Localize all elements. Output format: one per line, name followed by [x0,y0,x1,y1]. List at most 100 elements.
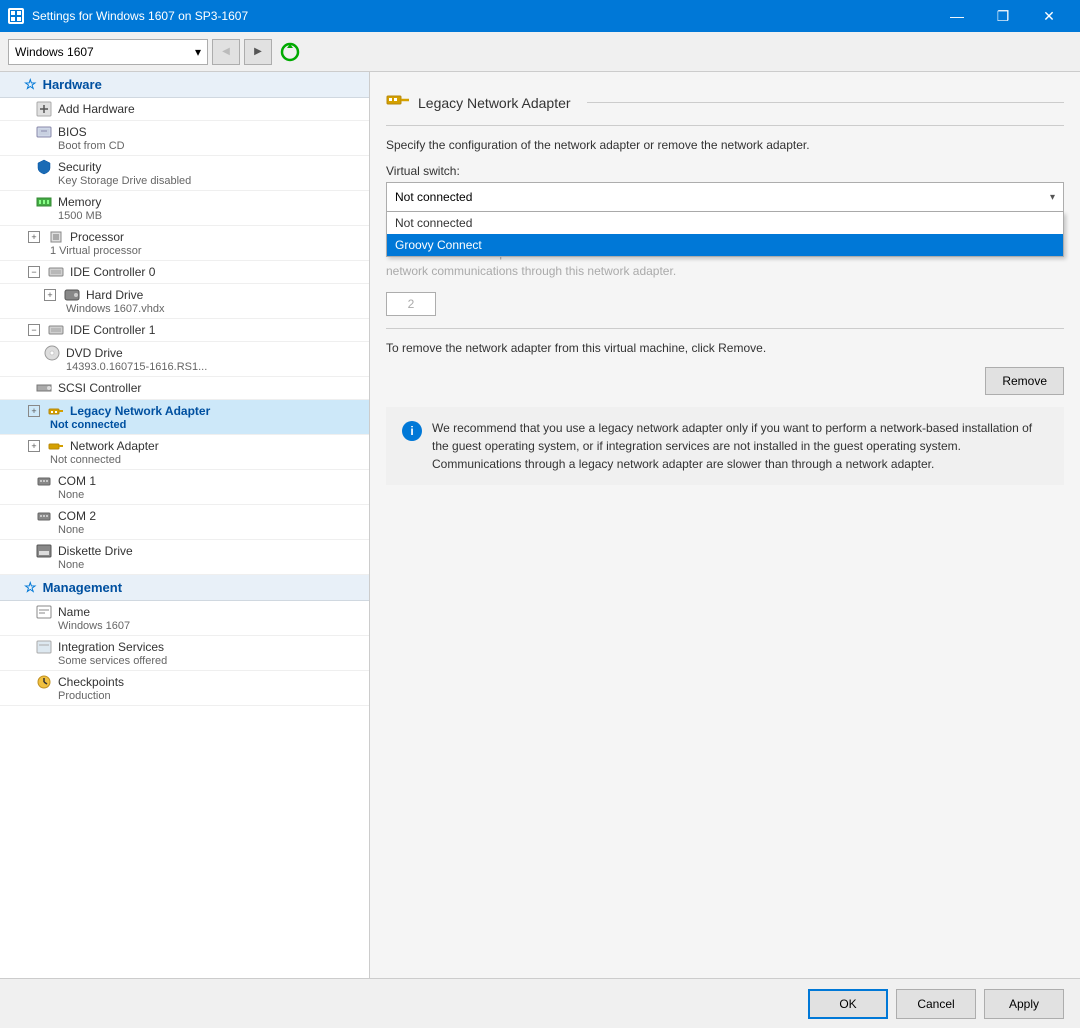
processor-label: Processor [70,230,124,244]
sidebar-item-name[interactable]: Name Windows 1607 [0,601,369,636]
com2-icon [36,508,52,524]
main-container: Windows 1607 ▾ ◀ ▶ ☆ Hardware [0,32,1080,1028]
dvd-label: DVD Drive [66,346,123,360]
legacy-expand[interactable]: + [28,405,40,417]
com1-label: COM 1 [58,474,96,488]
hd-expand[interactable]: + [44,289,56,301]
vlan-input[interactable] [386,292,436,316]
integration-label: Integration Services [58,640,164,654]
ok-button[interactable]: OK [808,989,888,1019]
sidebar-item-processor[interactable]: + Processor 1 Virtual processor [0,226,369,261]
hard-drive-sub: Windows 1607.vhdx [66,303,361,315]
sidebar-item-legacy-adapter[interactable]: + Legacy Network Adapter Not connected [0,400,369,435]
management-section-header: ☆ Management [0,575,369,601]
minimize-button[interactable]: — [934,0,980,32]
cancel-button[interactable]: Cancel [896,989,976,1019]
panel-header-title: Legacy Network Adapter [418,95,571,111]
dropdown-arrow-icon: ▾ [1050,192,1055,203]
sidebar-item-security[interactable]: Security Key Storage Drive disabled [0,156,369,191]
checkpoints-icon [36,674,52,690]
remove-button[interactable]: Remove [985,367,1064,395]
virtual-switch-label: Virtual switch: [386,164,1064,178]
virtual-switch-dropdown[interactable]: Not connected ▾ [386,182,1064,212]
divider [386,328,1064,329]
sidebar-item-ide1[interactable]: − IDE Controller 1 [0,319,369,342]
security-label: Security [58,160,101,174]
hardware-section-header: ☆ Hardware [0,72,369,98]
network-adapter-sub: Not connected [50,454,361,466]
window-title: Settings for Windows 1607 on SP3-1607 [32,9,934,23]
processor-sub: 1 Virtual processor [50,245,361,257]
sidebar: ☆ Hardware Add Hardware BIOS [0,72,370,978]
diskette-icon [36,543,52,559]
sidebar-item-hard-drive[interactable]: + Hard Drive Windows 1607.vhdx [0,284,369,319]
memory-label: Memory [58,195,101,209]
sidebar-item-com1[interactable]: COM 1 None [0,470,369,505]
vm-dropdown[interactable]: Windows 1607 ▾ [8,39,208,65]
info-icon: i [402,421,422,441]
dropdown-popup: Not connected Groovy Connect [386,212,1064,257]
sidebar-item-dvd-drive[interactable]: DVD Drive 14393.0.160715-1616.RS1... [0,342,369,377]
sidebar-item-network-adapter[interactable]: + Network Adapter Not connected [0,435,369,470]
checkpoints-sub: Production [58,690,361,702]
forward-button[interactable]: ▶ [244,39,272,65]
refresh-button[interactable] [276,38,304,66]
toolbar: Windows 1607 ▾ ◀ ▶ [0,32,1080,72]
restore-button[interactable]: ❐ [980,0,1026,32]
add-hardware-icon [36,101,52,117]
legacy-adapter-label: Legacy Network Adapter [70,404,210,418]
content-area: ☆ Hardware Add Hardware BIOS [0,72,1080,978]
ide0-icon [48,264,64,280]
net-expand[interactable]: + [28,440,40,452]
com1-icon [36,473,52,489]
diskette-sub: None [58,559,361,571]
diskette-label: Diskette Drive [58,544,133,558]
sidebar-item-memory[interactable]: Memory 1500 MB [0,191,369,226]
sidebar-item-integration[interactable]: Integration Services Some services offer… [0,636,369,671]
title-bar: Settings for Windows 1607 on SP3-1607 — … [0,0,1080,32]
hard-drive-icon [64,287,80,303]
legacy-adapter-icon [48,403,64,419]
integration-sub: Some services offered [58,655,361,667]
sidebar-item-ide0[interactable]: − IDE Controller 0 [0,261,369,284]
ide0-expand[interactable]: − [28,266,40,278]
security-icon [36,159,52,175]
close-button[interactable]: ✕ [1026,0,1072,32]
virtual-switch-dropdown-container: Not connected ▾ Not connected Groovy Con… [386,182,1064,212]
panel-header-icon [386,88,410,117]
sidebar-item-bios[interactable]: BIOS Boot from CD [0,121,369,156]
sidebar-item-add-hardware[interactable]: Add Hardware [0,98,369,121]
vm-dropdown-arrow: ▾ [195,45,201,59]
management-section-label: Management [43,580,122,595]
main-panel: Legacy Network Adapter Specify the confi… [370,72,1080,978]
dropdown-option-not-connected[interactable]: Not connected [387,212,1063,234]
name-icon [36,604,52,620]
legacy-adapter-sub: Not connected [50,419,361,431]
bottom-bar: OK Cancel Apply [0,978,1080,1028]
hardware-section-icon: ☆ [24,76,37,93]
sidebar-item-com2[interactable]: COM 2 None [0,505,369,540]
network-adapter-label: Network Adapter [70,439,159,453]
ide1-expand[interactable]: − [28,324,40,336]
apply-button[interactable]: Apply [984,989,1064,1019]
dropdown-option-groovy-connect[interactable]: Groovy Connect [387,234,1063,256]
ide1-icon [48,322,64,338]
sidebar-item-scsi[interactable]: SCSI Controller [0,377,369,400]
bios-icon [36,124,52,140]
vm-dropdown-value: Windows 1607 [15,45,94,59]
dvd-sub: 14393.0.160715-1616.RS1... [66,361,361,373]
info-text: We recommend that you use a legacy netwo… [432,419,1048,473]
bios-sub: Boot from CD [58,140,361,152]
hardware-section-label: Hardware [43,77,102,92]
remove-row: Remove [386,367,1064,395]
panel-content: Legacy Network Adapter Specify the confi… [370,72,1080,978]
checkpoints-label: Checkpoints [58,675,124,689]
back-button[interactable]: ◀ [212,39,240,65]
bios-label: BIOS [58,125,87,139]
name-label: Name [58,605,90,619]
sidebar-item-diskette[interactable]: Diskette Drive None [0,540,369,575]
processor-expand[interactable]: + [28,231,40,243]
virtual-switch-value: Not connected [395,190,472,204]
panel-header: Legacy Network Adapter [386,88,1064,126]
sidebar-item-checkpoints[interactable]: Checkpoints Production [0,671,369,706]
